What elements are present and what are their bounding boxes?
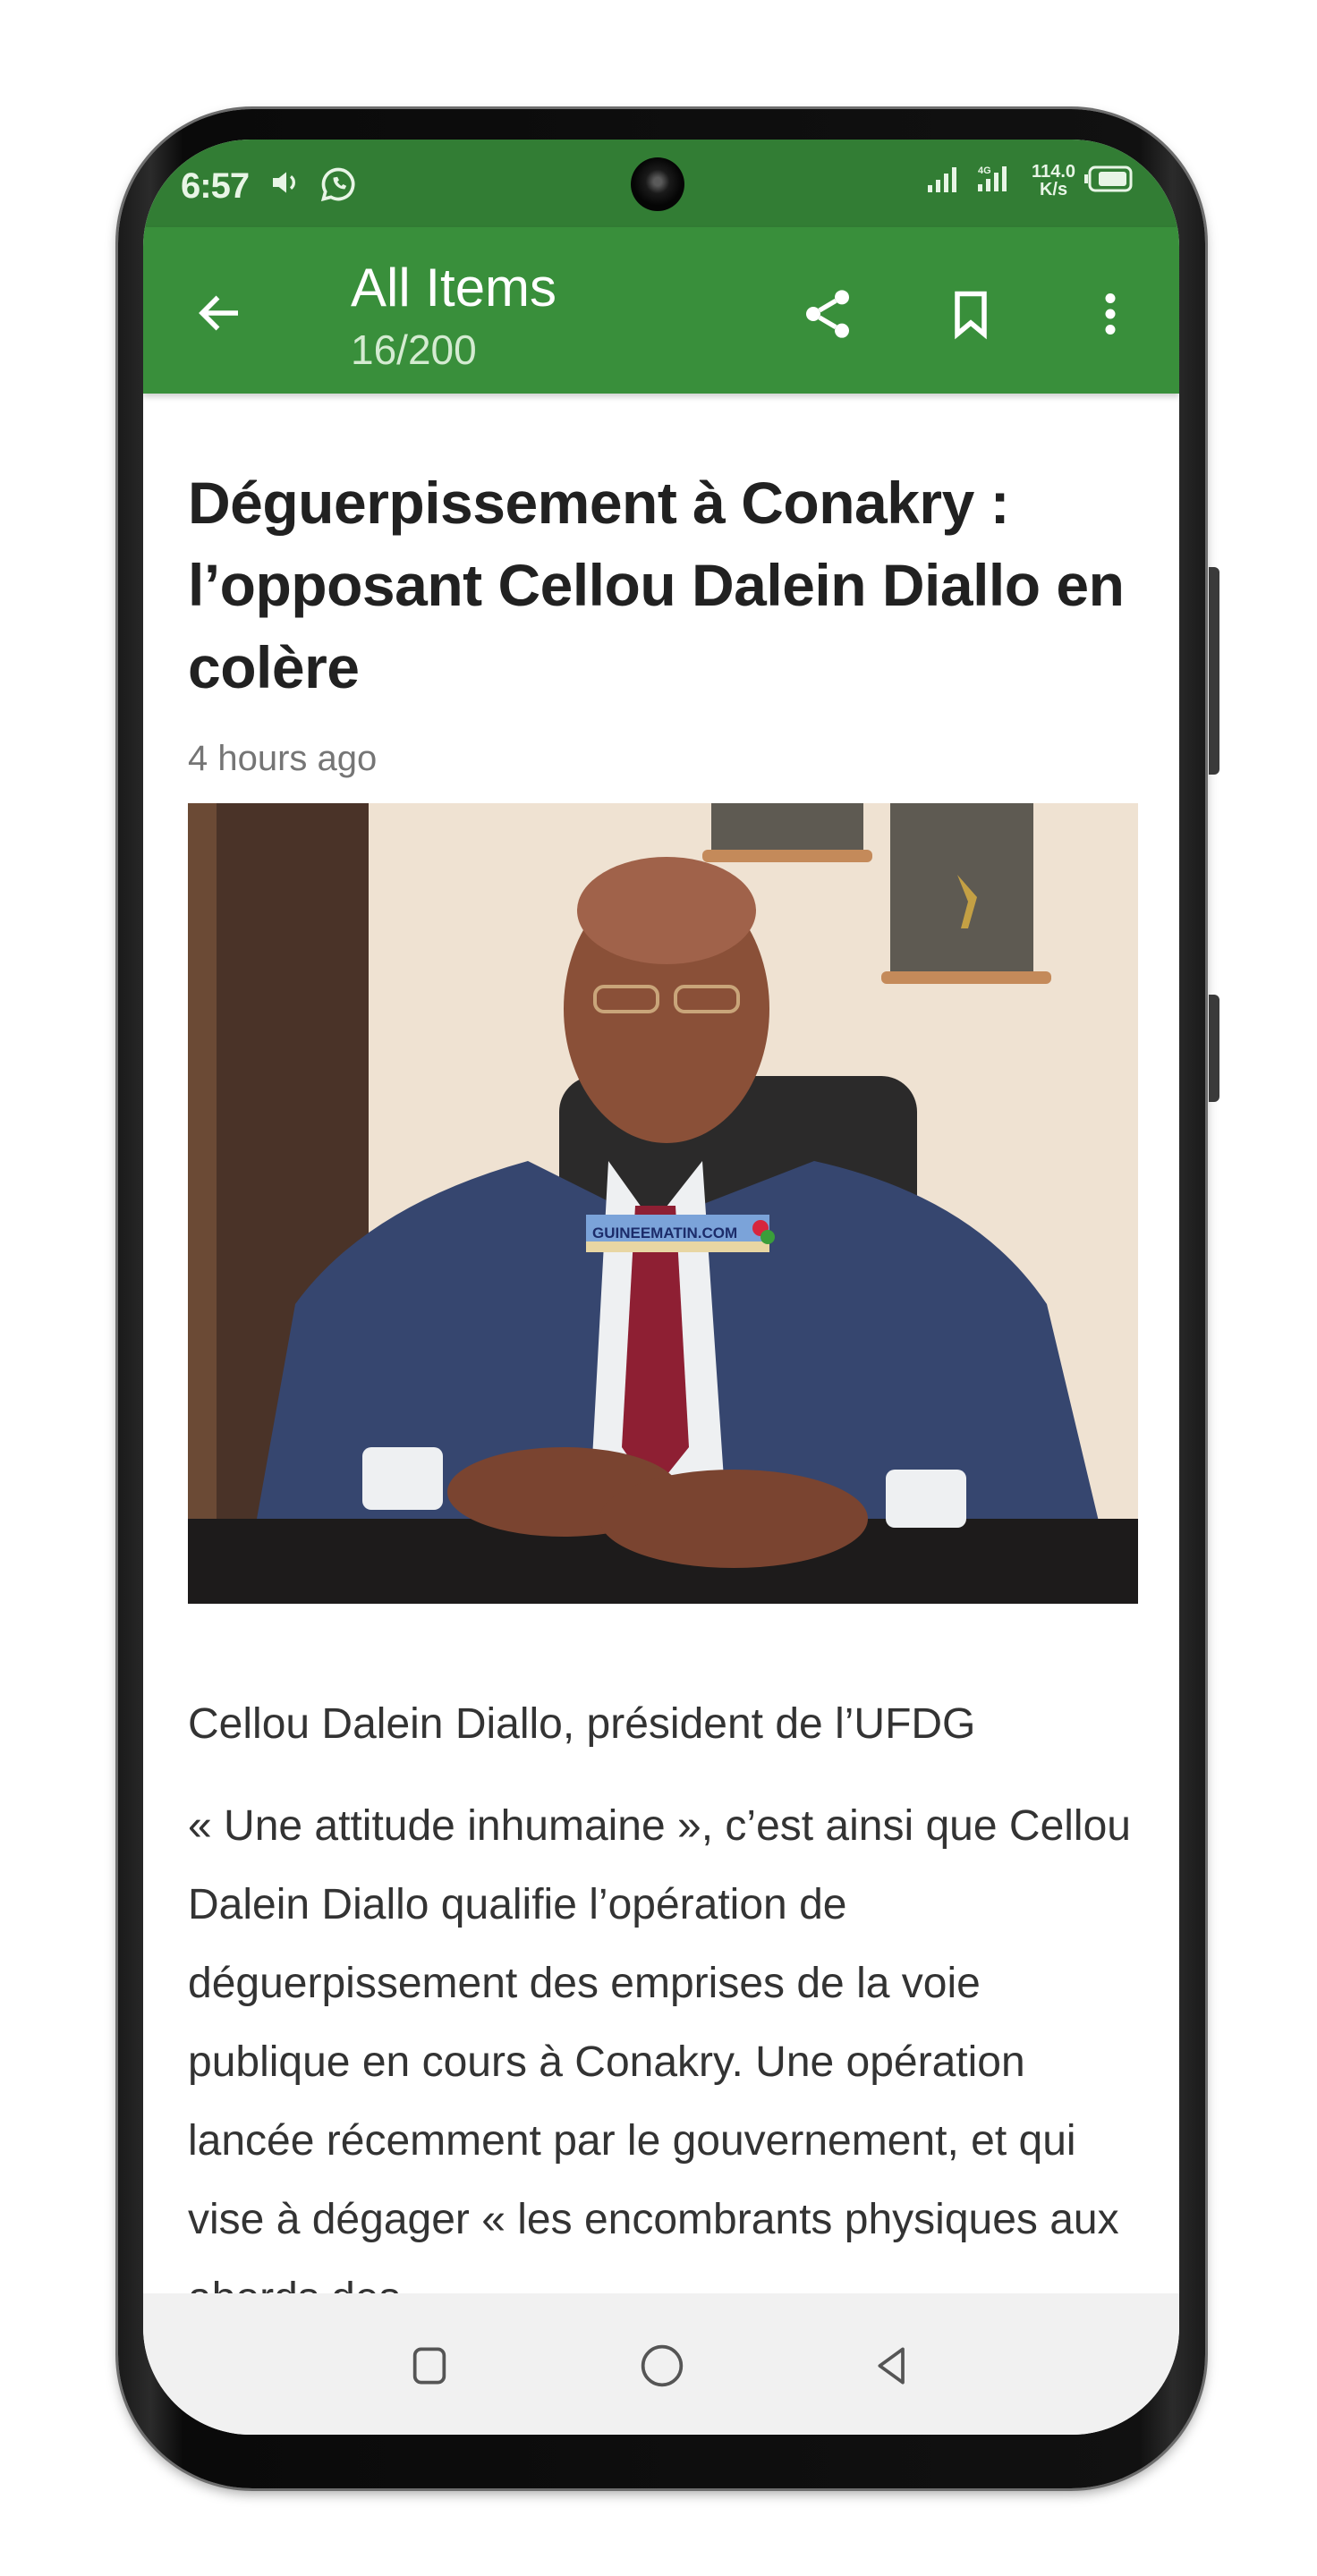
article-body: « Une attitude inhumaine », c’est ainsi … [188, 1802, 1131, 2299]
article-image[interactable]: GUINEEMATIN.COM [188, 803, 1138, 1604]
power-button [1209, 995, 1219, 1102]
image-caption: Cellou Dalein Diallo, président de l’UFD… [188, 1700, 976, 1748]
triangle-back-icon [878, 2347, 905, 2385]
network-speed: 114.0 K/s [1032, 163, 1075, 199]
whatsapp-icon [319, 165, 358, 208]
signal-icon-4g: 4G [976, 165, 1023, 198]
status-bar: 6:57 4G 114.0 K/s [143, 140, 1179, 227]
home-button[interactable] [631, 2334, 693, 2397]
article-time: 4 hours ago [188, 739, 378, 778]
circle-icon [641, 2344, 684, 2387]
phone-frame: 6:57 4G 114.0 K/s All Items 16/200 Dégue… [118, 109, 1219, 2488]
app-bar: All Items 16/200 [143, 227, 1179, 394]
recents-button[interactable] [398, 2334, 461, 2397]
screen: 6:57 4G 114.0 K/s All Items 16/200 Dégue… [143, 140, 1179, 2435]
more-options-button[interactable] [1079, 283, 1142, 345]
svg-text:4G: 4G [978, 165, 991, 176]
volume-button [1209, 567, 1219, 775]
share-icon [806, 290, 849, 338]
status-right-icons: 4G 114.0 K/s [928, 163, 1133, 199]
system-nav-bar [143, 2293, 1179, 2435]
volume-icon [268, 165, 304, 205]
back-button[interactable] [193, 286, 247, 340]
bookmark-button[interactable] [939, 283, 1002, 345]
nav-back-button[interactable] [859, 2334, 922, 2397]
signal-icon [928, 165, 967, 197]
item-counter: 16/200 [351, 326, 477, 373]
network-speed-unit: K/s [1039, 180, 1068, 199]
arrow-left-icon [199, 295, 238, 331]
article-content[interactable]: Déguerpissement à Conakry : l’opposant C… [143, 394, 1179, 2299]
app-bar-title: All Items [351, 258, 557, 318]
bookmark-icon [955, 291, 987, 340]
front-camera [631, 157, 684, 211]
more-vertical-icon [1105, 293, 1116, 335]
image-watermark: GUINEEMATIN.COM [592, 1224, 737, 1241]
battery-icon [1084, 165, 1133, 197]
status-time: 6:57 [181, 166, 250, 206]
share-button[interactable] [796, 283, 859, 345]
square-icon [412, 2347, 446, 2385]
portrait-illustration: GUINEEMATIN.COM [188, 803, 1138, 1604]
article-headline: Déguerpissement à Conakry : l’opposant C… [188, 470, 1125, 700]
network-speed-value: 114.0 [1032, 162, 1075, 182]
